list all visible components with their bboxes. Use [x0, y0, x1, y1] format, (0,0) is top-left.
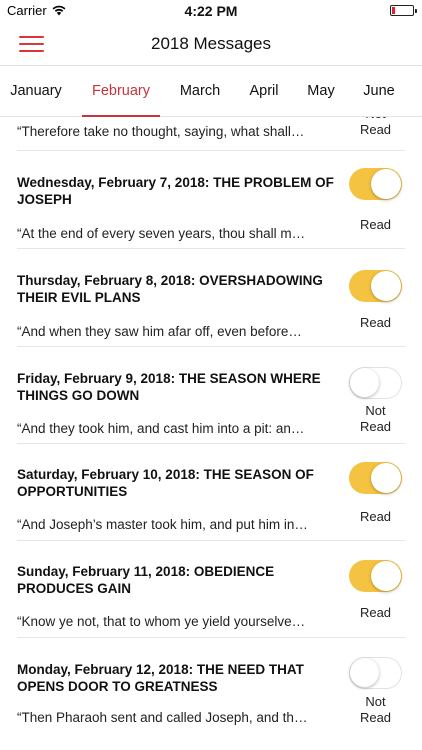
message-preview: “And Joseph’s master took him, and put h… — [17, 517, 308, 532]
message-title: Monday, February 12, 2018: THE NEED THAT… — [17, 662, 304, 694]
message-title: Wednesday, February 7, 2018: THE PROBLEM… — [17, 175, 334, 207]
message-title: Saturday, February 10, 2018: THE SEASON … — [17, 467, 314, 499]
message-preview: “And they took him, and cast him into a … — [17, 421, 305, 436]
status-bar: Carrier 4:22 PM — [0, 0, 422, 22]
read-toggle[interactable] — [349, 367, 402, 399]
message-title: Friday, February 9, 2018: THE SEASON WHE… — [17, 371, 321, 403]
tab-february[interactable]: February — [82, 67, 160, 117]
message-preview: “Then Pharaoh sent and called Joseph, an… — [17, 710, 308, 725]
navigation-bar: 2018 Messages — [0, 22, 422, 66]
list-item[interactable]: Monday, February 12, 2018: THE NEED THAT… — [0, 638, 422, 750]
read-status: Not Read — [359, 694, 392, 725]
read-status: Not Read — [359, 403, 392, 434]
list-item[interactable]: Wednesday, February 7, 2018: THE PROBLEM… — [0, 151, 422, 249]
tab-may[interactable]: May — [298, 67, 344, 117]
message-preview: “Know ye not, that to whom ye yield your… — [17, 614, 306, 629]
read-toggle[interactable] — [349, 270, 402, 302]
message-title: Sunday, February 11, 2018: OBEDIENCE PRO… — [17, 564, 275, 596]
battery-icon — [390, 5, 417, 16]
message-preview: “At the end of every seven years, thou s… — [17, 226, 306, 241]
read-status: Read — [359, 605, 392, 620]
month-tabs: January February March April May June — [0, 67, 422, 117]
read-status: Not Read — [359, 117, 392, 137]
list-item[interactable]: Friday, February 9, 2018: THE SEASON WHE… — [0, 347, 422, 444]
read-status: Read — [359, 315, 392, 330]
clock: 4:22 PM — [184, 3, 238, 19]
list-item[interactable]: Sunday, February 11, 2018: OBEDIENCE PRO… — [0, 541, 422, 638]
message-preview: “Therefore take no thought, saying, what… — [17, 124, 305, 139]
read-toggle[interactable] — [349, 657, 402, 689]
page-title: 2018 Messages — [150, 34, 272, 53]
list-item[interactable]: Thursday, February 8, 2018: OVERSHADOWIN… — [0, 249, 422, 347]
read-toggle[interactable] — [349, 560, 402, 592]
read-status: Read — [359, 509, 392, 524]
read-toggle[interactable] — [349, 168, 402, 200]
tab-march[interactable]: March — [170, 67, 230, 117]
tab-april[interactable]: April — [240, 67, 288, 117]
list-item[interactable]: Saturday, February 10, 2018: THE SEASON … — [0, 444, 422, 541]
list-item[interactable]: Not Read “Therefore take no thought, say… — [0, 117, 422, 151]
read-toggle[interactable] — [349, 462, 402, 494]
tab-june[interactable]: June — [354, 67, 404, 117]
message-preview: “And when they saw him afar off, even be… — [17, 324, 302, 339]
message-list: Not Read “Therefore take no thought, say… — [0, 117, 422, 750]
read-status: Read — [359, 217, 392, 232]
tab-january[interactable]: January — [0, 67, 72, 117]
message-title: Thursday, February 8, 2018: OVERSHADOWIN… — [17, 273, 323, 305]
